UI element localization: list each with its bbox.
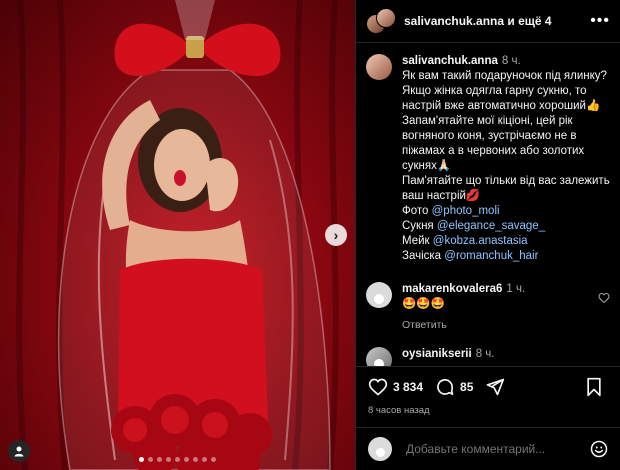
credit-link[interactable]: @kobza.anastasia (433, 235, 528, 247)
comment-item: makarenkovalera6 1 ч. 🤩🤩🤩 Ответить (366, 282, 610, 333)
collab-suffix[interactable]: и ещё 4 (507, 14, 551, 28)
add-comment-bar (356, 427, 620, 470)
avatar (376, 8, 396, 28)
carousel-dot (175, 457, 180, 462)
caption-username[interactable]: salivanchuk.anna (402, 55, 498, 67)
carousel-dot (202, 457, 207, 462)
bookmark-icon (587, 377, 601, 397)
credit-label: Фото (402, 205, 429, 217)
heart-icon[interactable] (598, 292, 610, 304)
caption-line: Якщо жінка одягла гарну сукню, то настрі… (402, 85, 601, 112)
comment-time: 8 ч. (475, 348, 495, 360)
post-header: salivanchuk.anna и ещё 4 ••• (356, 0, 620, 43)
comment-time: 1 ч. (506, 283, 526, 295)
credit-link[interactable]: @elegance_savage_ (437, 220, 545, 232)
caption-time: 8 ч. (501, 55, 521, 67)
carousel-dots (0, 457, 355, 462)
avatar[interactable] (366, 54, 392, 80)
carousel-dot (184, 457, 189, 462)
carousel-dot (166, 457, 171, 462)
carousel-dot (157, 457, 162, 462)
photo-scene (16, 0, 339, 470)
comment-text: 🤩🤩🤩 (402, 298, 445, 310)
comment-item: oysianikserii 8 ч. (366, 347, 610, 366)
post-caption: salivanchuk.anna 8 ч. Як вам такий подару… (366, 54, 610, 264)
credit-line: Фото @photo_moli (402, 204, 610, 219)
caption-line: Запам'ятайте мої кіціоні, цей рік вогнян… (402, 115, 585, 172)
next-photo-button[interactable]: › (325, 224, 347, 246)
credit-line: Сукня @elegance_savage_ (402, 219, 610, 234)
chevron-right-icon: › (333, 227, 339, 243)
comment-username[interactable]: oysianikserii (402, 348, 472, 360)
comments-list[interactable]: salivanchuk.anna 8 ч. Як вам такий подару… (356, 42, 620, 366)
like-button[interactable]: 3 834 (368, 377, 423, 397)
post-timestamp[interactable]: 8 часов назад (368, 405, 608, 416)
post-details-panel: salivanchuk.anna и ещё 4 ••• salivanchuk… (355, 0, 620, 470)
emoji-icon[interactable] (590, 440, 608, 458)
post-photo[interactable]: › (0, 0, 355, 470)
credit-link[interactable]: @romanchuk_hair (444, 250, 538, 262)
user-tag-icon (14, 446, 24, 457)
more-icon[interactable]: ••• (590, 12, 610, 30)
save-button[interactable] (585, 377, 608, 397)
post-actions-bar: 3 834 85 8 часов назад (356, 366, 620, 416)
credit-label: Зачіска (402, 250, 442, 262)
carousel-dot (148, 457, 153, 462)
credit-label: Мейк (402, 235, 430, 247)
heart-icon (368, 378, 388, 396)
author-username[interactable]: salivanchuk.anna (404, 14, 504, 28)
collab-avatars[interactable] (366, 8, 396, 34)
credit-label: Сукня (402, 220, 434, 232)
avatar (368, 437, 392, 461)
comment-count: 85 (460, 380, 474, 394)
reply-button[interactable]: Ответить (402, 318, 598, 333)
caption-line: Як вам такий подаруночок під ялинку? (402, 70, 607, 82)
comment-icon (437, 379, 454, 395)
avatar[interactable] (366, 347, 392, 366)
credit-line: Зачіска @romanchuk_hair (402, 249, 610, 264)
credit-link[interactable]: @photo_moli (432, 205, 500, 217)
comment-username[interactable]: makarenkovalera6 (402, 283, 502, 295)
share-icon (487, 378, 505, 396)
share-button[interactable] (485, 377, 510, 397)
carousel-dot (211, 457, 216, 462)
post-author[interactable]: salivanchuk.anna и ещё 4 (404, 14, 590, 28)
credit-line: Мейк @kobza.anastasia (402, 234, 610, 249)
caption-line: Пам'ятайте що тільки від вас залежить ва… (402, 175, 610, 202)
carousel-dot (193, 457, 198, 462)
carousel-dot (139, 457, 144, 462)
like-count[interactable]: 3 834 (393, 380, 423, 394)
avatar[interactable] (366, 282, 392, 308)
comment-input[interactable] (404, 441, 590, 457)
comment-button[interactable]: 85 (435, 377, 473, 397)
